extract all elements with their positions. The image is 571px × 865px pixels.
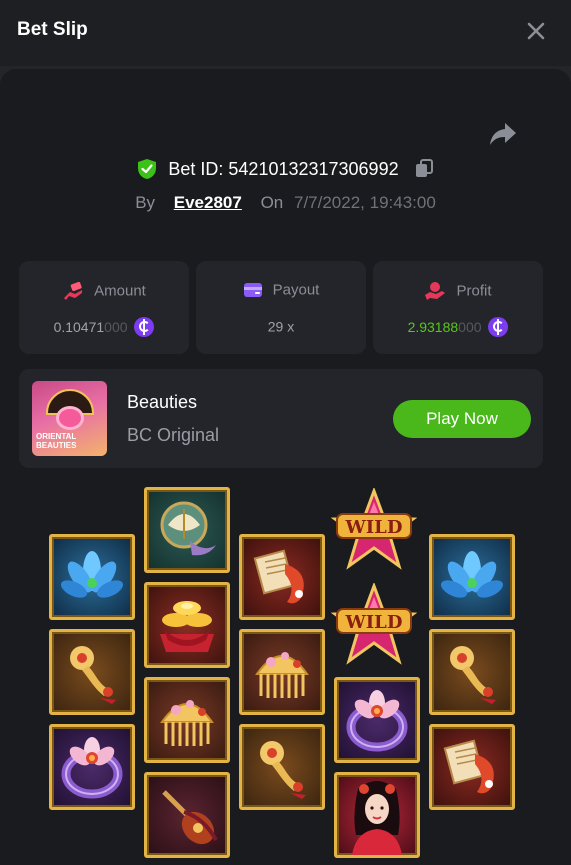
fan-mirror-symbol [144,487,230,573]
gold-ingots-icon [160,601,214,652]
lotus-ring-icon [346,690,408,752]
pipa-lute-symbol [144,772,230,858]
golden-comb-icon [255,652,309,698]
profit-value: 2.93188 [407,319,459,335]
golden-comb-symbol [239,629,325,715]
coin-icon [488,317,509,337]
header: Bet Slip [0,0,571,66]
lotus-graphic [59,409,81,427]
wild-symbol: WILD [331,488,417,570]
blue-lotus-icon [60,551,124,598]
amount-value: 0.10471 [53,319,105,335]
game-provider: BC Original [127,425,220,445]
bet-id-row: Bet ID: 54210132317306992 [0,158,571,186]
bet-id: Bet ID: 54210132317306992 [168,158,399,179]
jade-pendant-icon [450,646,496,704]
shield-check-icon [138,159,157,180]
beauty-portrait-icon [352,781,402,855]
profit-value-trailing: 000 [458,319,482,335]
by-label: By [135,193,156,212]
game-card: ORIENTAL BEAUTIES Beauties BC Original P… [19,369,543,468]
lotus-ring-symbol [49,724,135,810]
payout-value: 29 x [267,318,295,335]
pipa-lute-icon [162,790,218,845]
game-name: Beauties [127,392,198,412]
on-label: On [260,193,284,212]
reel-grid: WILD WILD [0,480,571,865]
koi-scroll-icon [253,549,304,604]
profit-card: Profit 2.93188000 [373,261,543,354]
coin-icon [134,317,155,337]
beauty-portrait-symbol [334,772,420,858]
blue-lotus-icon [440,551,504,598]
wild-symbol: WILD [331,583,417,665]
jade-pendant-icon [260,741,306,799]
copy-icon[interactable] [414,159,434,179]
payout-card: Payout 29 x [196,261,366,354]
amount-card: Amount 0.10471000 [19,261,189,354]
comb-charm-symbol [239,724,325,810]
comb-charm-symbol [429,629,515,715]
hand-coin-icon [425,282,446,300]
thumbnail-logo-text: ORIENTAL BEAUTIES [36,432,77,450]
amount-value-trailing: 000 [104,319,128,335]
koi-scroll-symbol [239,534,325,620]
jade-pendant-icon [70,646,116,704]
lotus-ring-symbol [334,677,420,763]
wallet-icon [243,283,262,298]
profit-label: Profit [456,282,492,300]
koi-scroll-icon [443,739,494,794]
lotus-ring-icon [61,737,123,799]
golden-comb-symbol [144,677,230,763]
amount-label: Amount [94,282,146,300]
golden-comb-icon [160,700,214,746]
koi-scroll-symbol [429,724,515,810]
play-now-button[interactable]: Play Now [393,400,531,438]
close-icon[interactable] [522,17,550,45]
blue-lotus-symbol [429,534,515,620]
bet-meta-row: By Eve2807 On 7/7/2022, 19:43:00 [0,193,571,217]
comb-charm-symbol [49,629,135,715]
blue-lotus-symbol [49,534,135,620]
wild-label: WILD [345,612,403,633]
wild-label: WILD [345,517,403,538]
bet-date: 7/7/2022, 19:43:00 [294,193,436,212]
payout-label: Payout [272,281,320,299]
money-hand-icon [64,281,83,300]
game-thumbnail[interactable]: ORIENTAL BEAUTIES [32,381,107,456]
share-icon[interactable] [488,120,518,148]
fan-mirror-icon [160,501,216,556]
page-title: Bet Slip [17,19,88,40]
gold-ingots-symbol [144,582,230,668]
user-link[interactable]: Eve2807 [174,193,242,212]
